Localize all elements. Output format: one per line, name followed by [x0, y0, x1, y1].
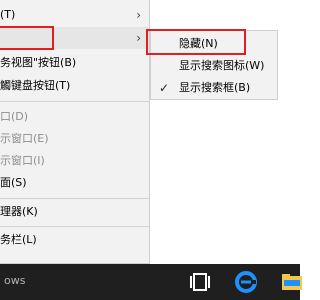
menu-item-task-manager[interactable]: 理器(K) [0, 201, 149, 223]
taskbar-search-text[interactable]: ows [4, 274, 25, 287]
task-view-icon[interactable] [188, 270, 212, 294]
menu-item-label: 觸键盘按钮(T) [0, 79, 71, 92]
menu-item-label: 示窗口(E) [0, 132, 49, 145]
menu-item-label: 务栏(L) [0, 233, 37, 246]
submenu-item-label: 显示搜索图标(W) [179, 59, 265, 72]
menu-separator [0, 198, 149, 199]
menu-item-show-touch-keyboard-button[interactable]: 觸键盘按钮(T) [0, 75, 149, 97]
menu-item-label: 口(D) [0, 110, 29, 123]
checkmark-icon: ✓ [159, 81, 170, 95]
submenu-item-show-search-box[interactable]: ✓ 显示搜索框(B) [151, 77, 277, 99]
menu-item-label: 面(S) [0, 176, 27, 189]
menu-separator [0, 226, 149, 227]
menu-item-toolbars[interactable]: (T) › [0, 4, 149, 26]
menu-item-lock-taskbar[interactable]: 务栏(L) [0, 229, 149, 251]
red-highlight-box [0, 26, 54, 50]
submenu-item-show-search-icon[interactable]: 显示搜索图标(W) [151, 55, 277, 77]
taskbar: ows [0, 264, 302, 300]
submenu-item-label: 显示搜索框(B) [179, 81, 251, 94]
edge-icon[interactable] [234, 270, 258, 294]
menu-item-show-windows-stacked: 示窗口(E) [0, 128, 149, 150]
chevron-right-icon: › [136, 8, 141, 22]
menu-item-show-desktop[interactable]: 面(S) [0, 172, 149, 194]
menu-item-label: (T) [0, 8, 16, 21]
file-explorer-icon[interactable] [280, 270, 304, 294]
chevron-right-icon: › [136, 31, 141, 45]
menu-item-label: 理器(K) [0, 205, 38, 218]
menu-item-label: 示窗口(I) [0, 154, 45, 167]
menu-item-show-task-view-button[interactable]: 务视图"按钮(B) [0, 52, 149, 74]
menu-separator [0, 101, 149, 102]
menu-item-label: 务视图"按钮(B) [0, 56, 77, 69]
menu-item-show-windows-side-by-side: 示窗口(I) [0, 150, 149, 172]
menu-item-cascade-windows: 口(D) [0, 106, 149, 128]
red-highlight-box [146, 29, 246, 55]
